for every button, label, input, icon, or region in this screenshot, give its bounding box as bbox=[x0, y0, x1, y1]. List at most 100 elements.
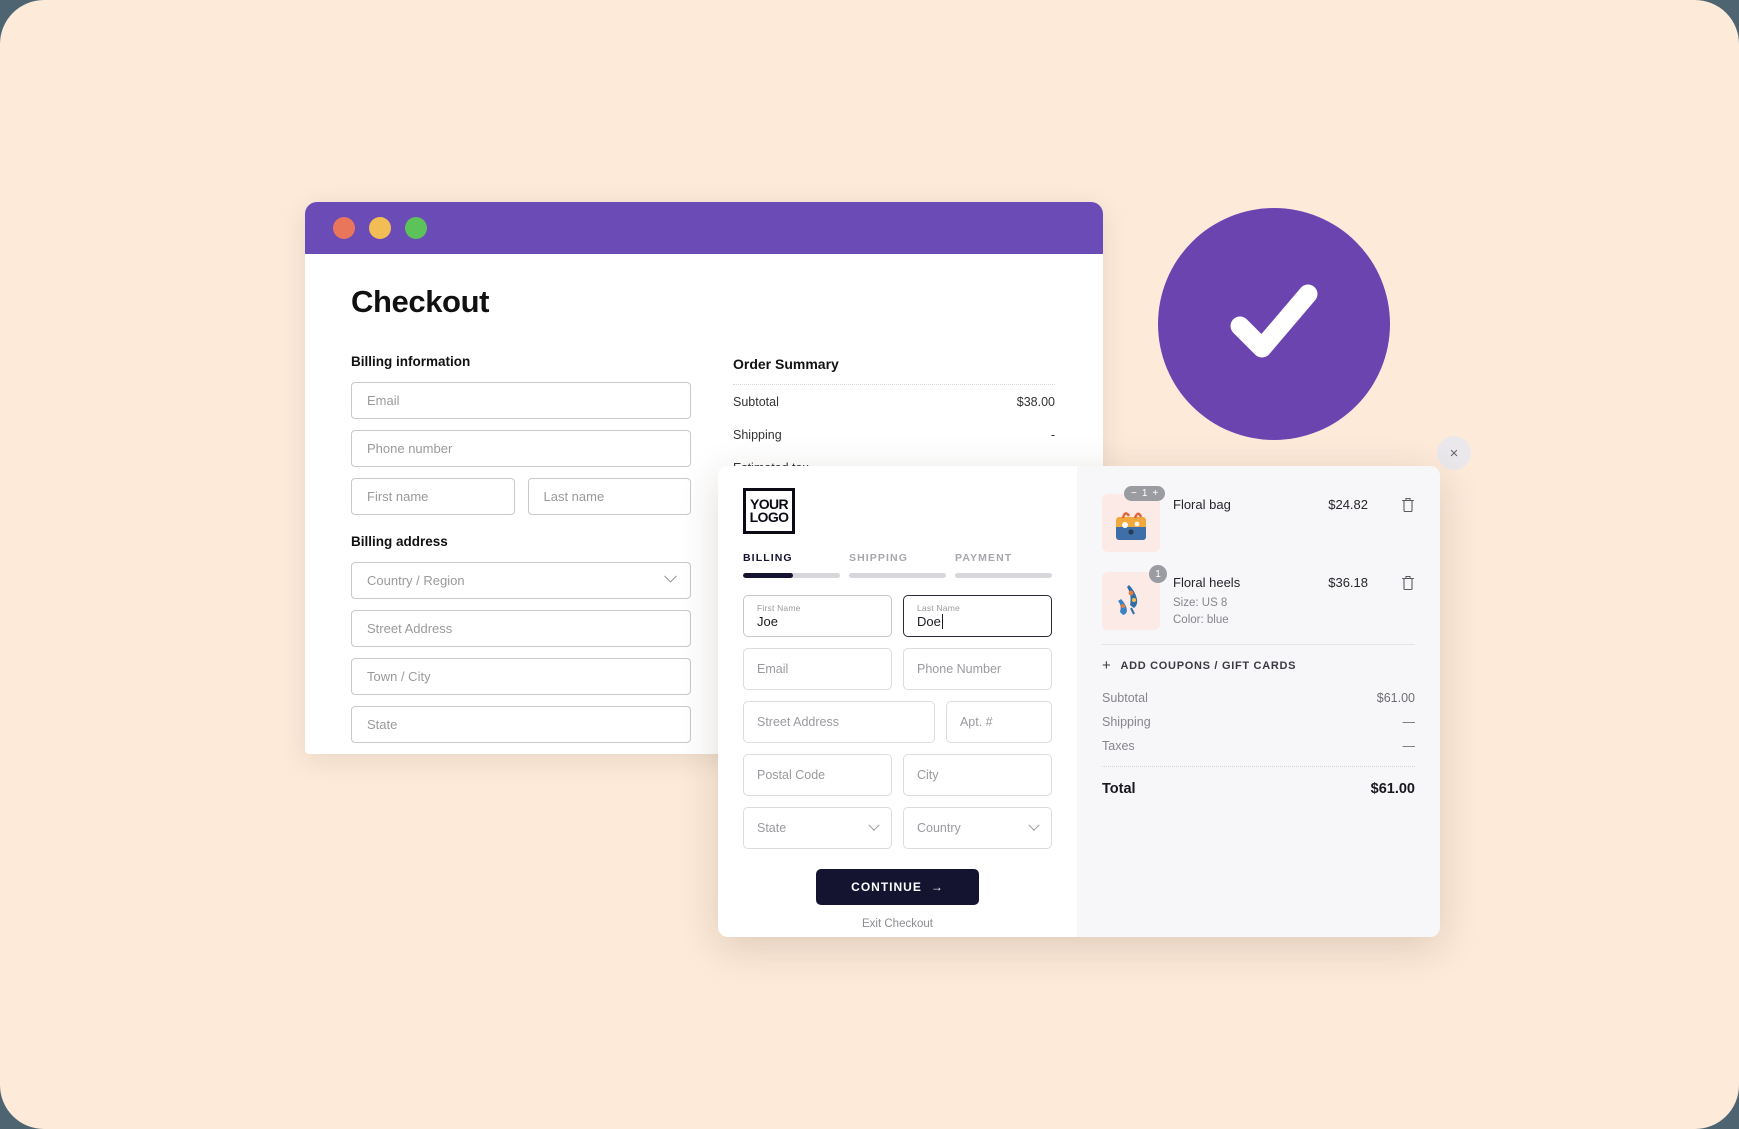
exit-checkout-link[interactable]: Exit Checkout bbox=[743, 918, 1052, 930]
continue-button[interactable]: CONTINUE → bbox=[816, 869, 979, 905]
quantity-decrease-button[interactable]: − bbox=[1131, 488, 1137, 499]
maximize-dot[interactable] bbox=[405, 217, 427, 239]
page-title: Checkout bbox=[351, 284, 490, 319]
billing-country-placeholder: Country / Region bbox=[367, 573, 465, 588]
checkout-form-panel: YOUR LOGO BILLING SHIPPING PAYMENT First… bbox=[718, 466, 1077, 937]
arrow-right-icon: → bbox=[930, 880, 944, 894]
postal-code-input[interactable]: Postal Code bbox=[743, 754, 892, 796]
cart-summary-label: Subtotal bbox=[1102, 691, 1148, 705]
order-summary-title: Order Summary bbox=[733, 356, 839, 372]
billing-first-name-placeholder: First name bbox=[367, 489, 429, 504]
checkout-modal: YOUR LOGO BILLING SHIPPING PAYMENT First… bbox=[718, 466, 1440, 937]
cart-total-value: $61.00 bbox=[1370, 781, 1415, 797]
cart-summary-value: $61.00 bbox=[1376, 691, 1415, 705]
city-placeholder: City bbox=[917, 768, 939, 782]
step-shipping[interactable]: SHIPPING bbox=[849, 552, 946, 578]
state-placeholder: State bbox=[757, 821, 787, 835]
billing-state-placeholder: State bbox=[367, 717, 398, 732]
continue-label: CONTINUE bbox=[851, 880, 922, 894]
add-coupons-label: ADD COUPONS / GIFT CARDS bbox=[1120, 659, 1297, 672]
brand-logo: YOUR LOGO bbox=[743, 488, 795, 534]
cart-item-name: Floral bag bbox=[1173, 497, 1231, 512]
cart-summary-row: Subtotal $61.00 bbox=[1102, 686, 1415, 710]
billing-city-input[interactable]: Town / City bbox=[351, 658, 691, 695]
product-thumbnail-floral-heels: 1 bbox=[1102, 565, 1167, 630]
street-address-input[interactable]: Street Address bbox=[743, 701, 935, 743]
last-name-input[interactable]: Last Name Doe bbox=[903, 595, 1052, 637]
quantity-badge: 1 bbox=[1149, 565, 1167, 583]
step-payment-label: PAYMENT bbox=[955, 552, 1013, 564]
billing-street-placeholder: Street Address bbox=[367, 621, 453, 636]
cart-item: 1 Floral heels Size: US 8 Color: blue $3… bbox=[1102, 565, 1415, 644]
app-background: Checkout Billing information Email Phone… bbox=[0, 0, 1739, 1129]
check-icon bbox=[1230, 284, 1318, 358]
checkout-steps: BILLING SHIPPING PAYMENT bbox=[743, 552, 1052, 578]
cart-item-price: $24.82 bbox=[1328, 497, 1368, 512]
cart-summary-value: — bbox=[1402, 739, 1416, 753]
first-name-input[interactable]: First Name Joe bbox=[743, 595, 892, 637]
postal-code-placeholder: Postal Code bbox=[757, 768, 826, 782]
floral-heels-image bbox=[1118, 585, 1138, 615]
order-summary-row: Subtotal $38.00 bbox=[733, 385, 1055, 418]
step-billing[interactable]: BILLING bbox=[743, 552, 840, 578]
step-billing-label: BILLING bbox=[743, 552, 793, 564]
billing-information-heading: Billing information bbox=[351, 354, 471, 369]
remove-item-button[interactable] bbox=[1401, 494, 1415, 518]
billing-phone-input[interactable]: Phone number bbox=[351, 430, 691, 467]
apartment-input[interactable]: Apt. # bbox=[945, 701, 1052, 743]
close-button[interactable]: × bbox=[1437, 436, 1471, 470]
browser-title-bar bbox=[305, 202, 1103, 254]
billing-country-select[interactable]: Country / Region bbox=[351, 562, 691, 599]
trash-icon bbox=[1401, 497, 1415, 513]
remove-item-button[interactable] bbox=[1401, 572, 1415, 596]
billing-form: Billing information Email Phone number F… bbox=[351, 354, 691, 754]
billing-state-input[interactable]: State bbox=[351, 706, 691, 743]
order-summary-label: Shipping bbox=[733, 428, 782, 442]
cart-panel: − 1 + Floral bag $24.82 1 Floral heels S… bbox=[1077, 466, 1440, 937]
cart-item-info: Floral heels Size: US 8 Color: blue bbox=[1173, 572, 1315, 628]
trash-icon bbox=[1401, 575, 1415, 591]
quantity-increase-button[interactable]: + bbox=[1152, 488, 1158, 499]
step-shipping-label: SHIPPING bbox=[849, 552, 908, 564]
close-dot[interactable] bbox=[333, 217, 355, 239]
email-placeholder: Email bbox=[757, 662, 789, 676]
last-name-caption: Last Name bbox=[917, 603, 960, 613]
cart-summary-label: Taxes bbox=[1102, 739, 1135, 753]
email-input[interactable]: Email bbox=[743, 648, 892, 690]
billing-street-input[interactable]: Street Address bbox=[351, 610, 691, 647]
quantity-stepper[interactable]: − 1 + bbox=[1124, 486, 1166, 501]
apartment-placeholder: Apt. # bbox=[959, 715, 993, 729]
cart-item: − 1 + Floral bag $24.82 bbox=[1102, 486, 1415, 566]
billing-first-name-input[interactable]: First name bbox=[351, 478, 515, 515]
close-icon: × bbox=[1449, 444, 1459, 462]
text-cursor bbox=[941, 614, 947, 629]
street-address-placeholder: Street Address bbox=[757, 715, 839, 729]
chevron-down-icon bbox=[868, 819, 880, 831]
city-input[interactable]: City bbox=[903, 754, 1052, 796]
billing-city-placeholder: Town / City bbox=[367, 669, 431, 684]
quantity-value: 1 bbox=[1141, 488, 1148, 499]
add-coupons-button[interactable]: + ADD COUPONS / GIFT CARDS bbox=[1102, 644, 1415, 686]
billing-last-name-input[interactable]: Last name bbox=[527, 478, 691, 515]
logo-line-2: LOGO bbox=[749, 509, 789, 525]
order-summary-value: - bbox=[1050, 428, 1055, 442]
exit-checkout-label: Exit Checkout bbox=[862, 918, 933, 930]
cart-item-color: Color: blue bbox=[1173, 613, 1229, 626]
phone-input[interactable]: Phone Number bbox=[903, 648, 1052, 690]
billing-phone-placeholder: Phone number bbox=[367, 441, 453, 456]
first-name-value: Joe bbox=[757, 614, 778, 629]
last-name-value: Doe bbox=[917, 614, 1038, 629]
country-select[interactable]: Country bbox=[903, 807, 1052, 849]
order-summary-value: $38.00 bbox=[1016, 395, 1055, 409]
state-select[interactable]: State bbox=[743, 807, 892, 849]
minimize-dot[interactable] bbox=[369, 217, 391, 239]
chevron-down-icon bbox=[1028, 819, 1040, 831]
billing-email-input[interactable]: Email bbox=[351, 382, 691, 419]
step-payment[interactable]: PAYMENT bbox=[955, 552, 1052, 578]
cart-item-name: Floral heels bbox=[1173, 575, 1241, 590]
product-thumbnail-floral-bag: − 1 + bbox=[1102, 486, 1166, 552]
cart-total-label: Total bbox=[1102, 781, 1136, 797]
billing-last-name-placeholder: Last name bbox=[543, 489, 605, 504]
cart-summary-label: Shipping bbox=[1102, 715, 1151, 729]
first-name-caption: First Name bbox=[757, 603, 801, 613]
